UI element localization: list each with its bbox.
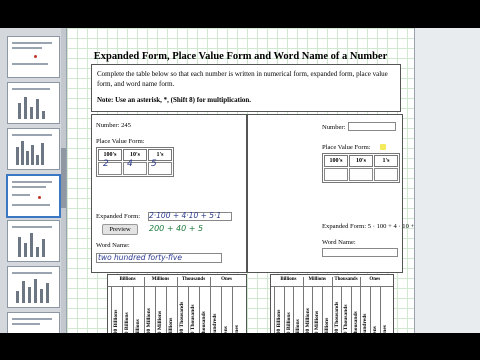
slide-thumbnail[interactable] — [7, 128, 60, 170]
chart-group-header: Millions — [151, 277, 170, 282]
place-value-chart-right: Billions Millions Thousands Ones 100 Billion… — [270, 274, 394, 340]
cursor-highlight — [380, 144, 386, 150]
number-label: Number: — [322, 124, 346, 131]
chart-group-header: Ones — [369, 277, 381, 282]
sidebar-scrollbar-thumb[interactable] — [61, 148, 66, 208]
preview-button[interactable]: Preview — [102, 224, 138, 235]
chart-group-separator — [302, 277, 304, 287]
tens-input[interactable] — [349, 168, 373, 181]
slide-thumbnail[interactable] — [7, 36, 60, 78]
chart-group-header: Billions — [119, 277, 136, 282]
word-name-label: Word Name: — [96, 242, 130, 249]
chart-column-label: 100 Thousands — [333, 301, 340, 337]
chart-group-header: Ones — [221, 277, 232, 282]
page-title: Expanded Form, Place Value Form and Word… — [93, 51, 388, 62]
instructions-box: Complete the table below so that each nu… — [91, 64, 401, 112]
chart-column: Ones — [232, 287, 244, 338]
right-side-pane — [414, 28, 480, 333]
chart-group-separator — [331, 277, 333, 287]
tens-header: 10's — [349, 155, 373, 167]
right-exercise-panel: Number: Place Value Form: 100's 10's 1's… — [247, 114, 428, 273]
place-value-label: Place Value Form: — [96, 138, 145, 145]
hundreds-input[interactable] — [324, 168, 348, 181]
place-value-table: 100's 10's 1's — [322, 153, 400, 183]
place-value-label: Place Value Form: — [322, 144, 371, 151]
ones-header: 1's — [374, 155, 398, 167]
expanded-form-text: Expanded Form: 5 · 100 + 4 · 10 + 3 · 1 — [322, 223, 428, 230]
chart-group-separator — [210, 277, 211, 287]
handwritten-word-name: two hundred forty-five — [98, 253, 182, 262]
instructions-text: Complete the table below so that each nu… — [97, 70, 388, 88]
handwritten-ones: 5 — [151, 159, 157, 169]
chart-group-separator — [144, 277, 145, 287]
slide-thumbnail[interactable] — [7, 312, 60, 333]
note-text: Note: Use an asterisk, *, (Shift 8) for … — [97, 96, 252, 104]
chart-group-separator — [177, 277, 178, 287]
app-window: Expanded Form, Place Value Form and Word… — [0, 0, 480, 360]
handwritten-preview: 200 + 40 + 5 — [149, 224, 204, 233]
chart-group-header: Millions — [308, 277, 326, 282]
hundreds-input[interactable] — [98, 162, 122, 175]
slide-thumbnail[interactable] — [7, 266, 60, 308]
video-letterbox-bottom — [0, 333, 480, 360]
handwritten-tens: 4 — [127, 159, 133, 169]
chart-column-label: 100 Thousands — [179, 301, 185, 337]
slide-thumbnail-current[interactable] — [6, 174, 61, 218]
slide-canvas: Expanded Form, Place Value Form and Word… — [67, 28, 428, 340]
chart-group-header: Thousands — [181, 277, 206, 282]
ones-input[interactable] — [374, 168, 398, 181]
chart-group-header: Thousands — [334, 277, 358, 282]
expanded-form-label: Expanded Form: — [96, 213, 141, 220]
hundreds-header: 100's — [324, 155, 348, 167]
chart-group-separator — [360, 277, 362, 287]
number-label: Number: 245 — [96, 122, 131, 129]
left-exercise-panel: Number: 245 Place Value Form: 100's 10's… — [91, 114, 247, 273]
video-letterbox-top — [0, 0, 480, 28]
slide-thumbnail[interactable] — [7, 82, 60, 124]
place-value-chart-left: Billions Millions Thousands Ones 100 Billion… — [107, 274, 247, 340]
number-input[interactable] — [348, 122, 396, 131]
hundreds-header: 100's — [98, 149, 122, 161]
word-name-label: Word Name: — [322, 239, 356, 246]
slide-thumbnail[interactable] — [7, 220, 60, 262]
handwritten-hundreds: 2 — [103, 159, 109, 169]
word-name-input[interactable] — [322, 248, 398, 257]
chart-group-header: Billions — [280, 277, 297, 282]
slide-thumbnail-sidebar — [0, 28, 67, 333]
handwritten-expanded-form: 2·100 + 4·10 + 5·1 — [149, 211, 222, 220]
chart-column: Ones — [379, 287, 391, 338]
